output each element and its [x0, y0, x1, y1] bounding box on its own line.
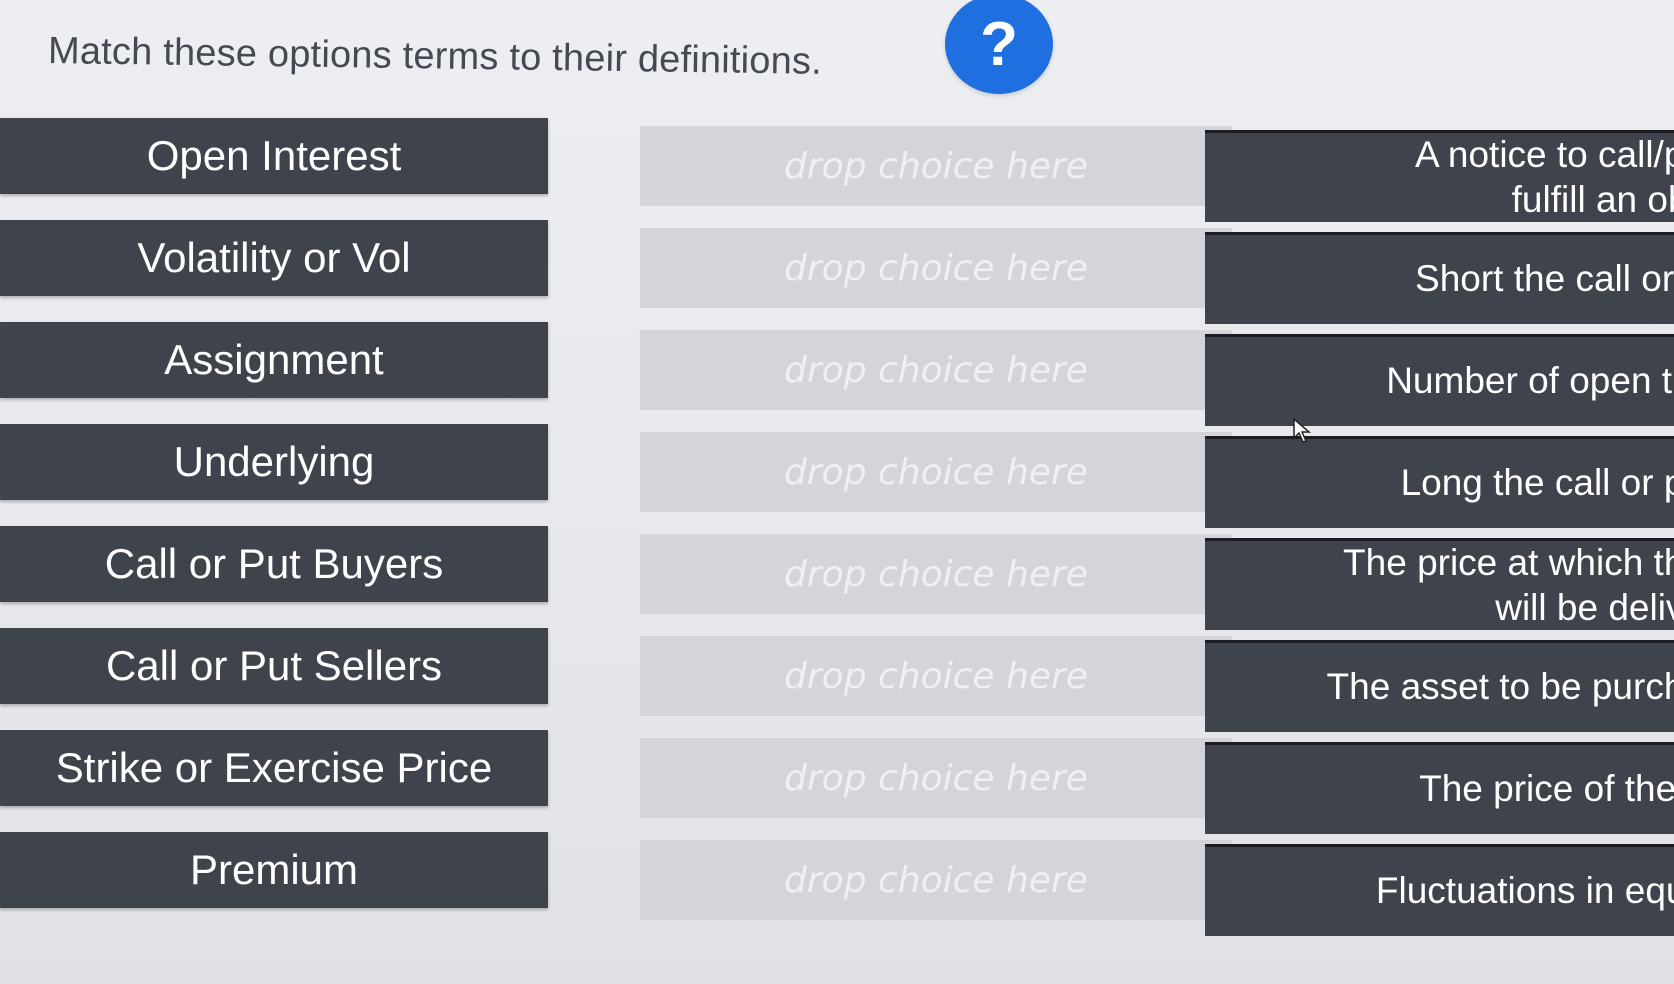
definition-text: Short the call or p	[1415, 258, 1674, 300]
definition-item: Number of open tra	[1205, 334, 1674, 426]
drop-zone[interactable]: drop choice here	[640, 738, 1232, 818]
help-button[interactable]: ?	[945, 0, 1053, 94]
term-choice[interactable]: Volatility or Vol	[0, 220, 548, 296]
term-choice[interactable]: Underlying	[0, 424, 548, 500]
question-mark-icon: ?	[980, 9, 1018, 79]
definition-item: Short the call or p	[1205, 232, 1674, 324]
definition-text: The asset to be purcha	[1326, 666, 1674, 708]
definition-text: Number of open tra	[1386, 360, 1674, 402]
drop-zones-column: drop choice here drop choice here drop c…	[640, 126, 1232, 942]
term-choice[interactable]: Open Interest	[0, 118, 548, 194]
drop-zone[interactable]: drop choice here	[640, 534, 1232, 614]
term-choice[interactable]: Premium	[0, 832, 548, 908]
definition-item: Fluctuations in equit	[1205, 844, 1674, 936]
drop-zone[interactable]: drop choice here	[640, 840, 1232, 920]
drop-zone[interactable]: drop choice here	[640, 330, 1232, 410]
terms-column: Open Interest Volatility or Vol Assignme…	[0, 118, 548, 934]
drop-zone[interactable]: drop choice here	[640, 228, 1232, 308]
matching-question: Match these options terms to their defin…	[0, 0, 1674, 984]
drop-zone[interactable]: drop choice here	[640, 432, 1232, 512]
term-choice[interactable]: Strike or Exercise Price	[0, 730, 548, 806]
definition-text: The price at which the will be delive	[1343, 542, 1674, 628]
definition-item: The asset to be purcha	[1205, 640, 1674, 732]
drop-zone[interactable]: drop choice here	[640, 126, 1232, 206]
definition-text: The price of the c	[1419, 768, 1674, 810]
question-prompt: Match these options terms to their defin…	[47, 30, 823, 83]
definitions-column: A notice to call/pu fulfill an obli Shor…	[1205, 130, 1674, 946]
term-choice[interactable]: Call or Put Sellers	[0, 628, 548, 704]
definition-text: A notice to call/pu fulfill an obli	[1414, 134, 1674, 220]
term-choice[interactable]: Call or Put Buyers	[0, 526, 548, 602]
definition-text: Fluctuations in equit	[1375, 870, 1674, 912]
definition-item: A notice to call/pu fulfill an obli	[1205, 130, 1674, 222]
drop-zone[interactable]: drop choice here	[640, 636, 1232, 716]
definition-item: Long the call or pu	[1205, 436, 1674, 528]
definition-item: The price at which the will be delive	[1205, 538, 1674, 630]
definition-item: The price of the c	[1205, 742, 1674, 834]
definition-text: Long the call or pu	[1400, 462, 1674, 504]
term-choice[interactable]: Assignment	[0, 322, 548, 398]
mouse-pointer-icon	[1293, 418, 1312, 443]
